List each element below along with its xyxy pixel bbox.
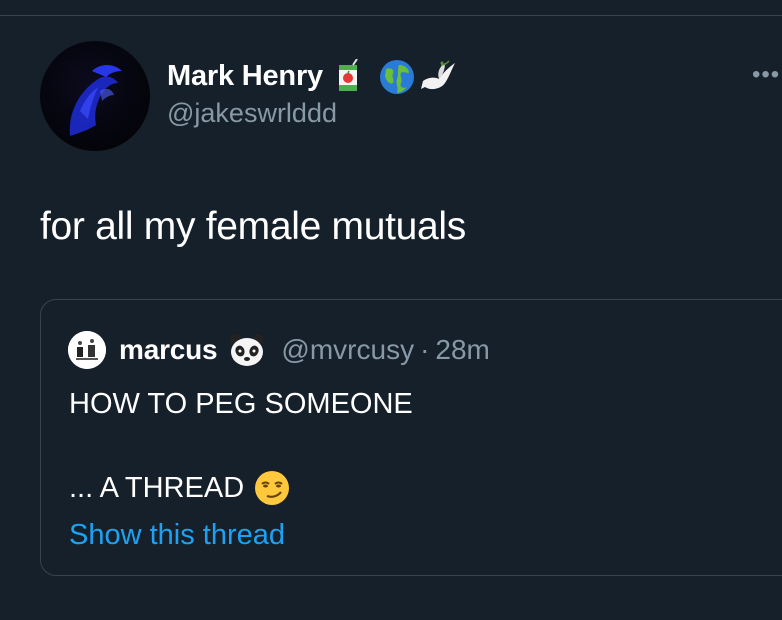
top-divider: [0, 15, 782, 16]
quoted-tweet-header: marcus @mvrcusy · 28m: [68, 330, 490, 370]
dove-icon: [419, 59, 455, 93]
author-name-row: Mark Henry: [167, 55, 455, 97]
quoted-tweet-line-2-row: ... A THREAD: [69, 470, 290, 506]
more-options-icon[interactable]: •••: [752, 60, 782, 90]
author-handle[interactable]: @jakeswrlddd: [167, 98, 337, 129]
show-thread-link[interactable]: Show this thread: [69, 519, 285, 552]
quoted-tweet-time[interactable]: 28m: [435, 334, 489, 366]
quoted-tweet-line-2: ... A THREAD: [69, 471, 245, 504]
quoted-author-avatar[interactable]: [68, 331, 106, 369]
tweet-text: for all my female mutuals: [40, 205, 466, 248]
separator-dot: ·: [420, 334, 430, 365]
quoted-tweet-line-1: HOW TO PEG SOMEONE: [69, 388, 413, 420]
author-name[interactable]: Mark Henry: [167, 60, 323, 93]
globe-icon: [379, 59, 414, 94]
quoted-author-handle[interactable]: @mvrcusy: [281, 334, 414, 366]
tweet-detail-page: Mark Henry @jakeswrlddd ••• for all my f…: [0, 0, 782, 620]
quoted-author-name[interactable]: marcus: [119, 334, 218, 366]
juice-box-icon: [331, 58, 365, 93]
author-avatar[interactable]: [40, 41, 150, 151]
quoted-tweet-card[interactable]: marcus @mvrcusy · 28m HOW TO PEG SOMEONE: [40, 299, 782, 576]
panda-icon: [229, 332, 265, 368]
smirk-icon: [254, 470, 290, 506]
